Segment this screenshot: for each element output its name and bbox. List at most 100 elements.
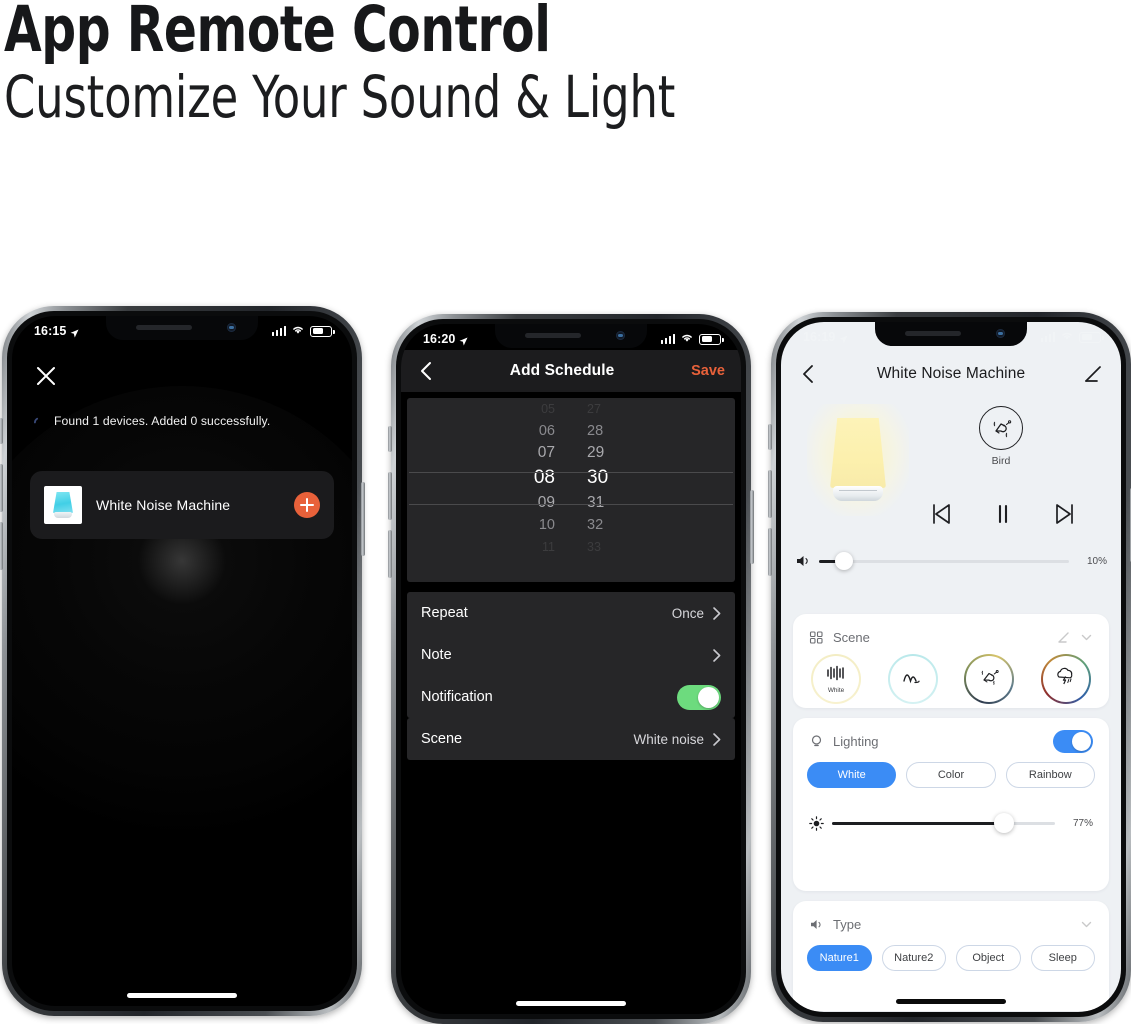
volume-down-button[interactable] [768,528,772,576]
home-indicator[interactable] [896,999,1006,1004]
discovery-status: Found 1 devices. Added 0 successfully. [34,414,336,428]
page-title: Add Schedule [509,362,615,379]
scene-option-thunder[interactable] [1040,654,1091,704]
product-marketing-image: App Remote Control Customize Your Sound … [0,0,1131,1024]
picker-option[interactable]: 10 [483,514,569,536]
back-button[interactable] [799,364,819,384]
mute-switch[interactable] [768,424,772,450]
row-note[interactable]: Note [407,634,735,676]
picker-option[interactable]: 28 [573,420,659,442]
volume-slider-thumb[interactable] [835,552,853,570]
bulb-icon [809,734,824,749]
volume-slider[interactable] [819,552,1069,570]
picker-option[interactable]: 27 [573,398,659,420]
brightness-slider-thumb[interactable] [993,813,1014,833]
picker-divider-bottom [409,504,733,505]
lighting-mode-color[interactable]: Color [906,762,996,788]
skip-previous-icon[interactable] [929,501,955,527]
earpiece-speaker [905,331,961,336]
scene-option-wave[interactable] [887,654,938,704]
pencil-icon[interactable] [1083,364,1103,384]
wifi-icon [291,324,305,338]
scene-option-white[interactable]: White [811,654,861,704]
lighting-toggle[interactable] [1053,730,1093,753]
playback-controls [929,501,1077,527]
power-button[interactable] [750,490,754,564]
chevron-down-icon[interactable] [1080,631,1093,644]
wifi-icon [1060,330,1074,344]
row-label: Note [421,647,452,663]
discovered-device-card[interactable]: White Noise Machine [30,471,334,539]
picker-option[interactable]: 07 [483,442,569,464]
wifi-icon [680,332,694,346]
save-button[interactable]: Save [691,363,725,379]
picker-option[interactable]: 29 [573,442,659,464]
picker-option-selected[interactable]: 08 [483,464,569,492]
lighting-mode-white[interactable]: White [807,762,897,788]
battery-icon [310,325,335,337]
pause-icon[interactable] [990,501,1016,527]
spinner-icon [34,416,45,427]
phone1-screen: 16:15 Found 1 devices. Added 0 successfu… [12,316,352,1006]
lighting-mode-rainbow[interactable]: Rainbow [1005,762,1095,788]
minute-picker-column[interactable]: 27 28 29 30 31 32 33 [573,398,659,582]
row-notification[interactable]: Notification [407,676,735,718]
plus-circle-icon[interactable] [294,492,320,518]
picker-option-selected[interactable]: 30 [573,464,659,492]
chevron-right-icon [713,606,721,620]
picker-option[interactable]: 09 [483,492,569,514]
location-arrow-icon [70,327,80,337]
chevron-down-icon[interactable] [1080,918,1093,931]
brightness-slider[interactable] [832,813,1055,833]
picker-option[interactable]: 33 [573,536,659,558]
chevron-right-icon [713,732,721,746]
picker-option[interactable]: 11 [483,536,569,558]
signal-bars-icon [660,334,675,344]
navigation-bar: White Noise Machine [781,354,1121,394]
picker-option[interactable]: 05 [483,398,569,420]
picker-option[interactable]: 06 [483,420,569,442]
row-value: Once [671,605,704,621]
skip-next-icon[interactable] [1051,501,1077,527]
volume-up-button[interactable] [768,470,772,518]
speaker-icon [795,553,811,569]
home-indicator[interactable] [127,993,237,998]
row-repeat[interactable]: Repeat Once [407,592,735,634]
pencil-icon[interactable] [1057,631,1070,644]
current-scene[interactable]: Bird [956,406,1046,467]
volume-down-button[interactable] [388,530,392,578]
white-noise-lamp-thumbnail [44,486,82,524]
hour-picker-column[interactable]: 05 06 07 08 09 10 11 [483,398,569,582]
picker-option[interactable]: 32 [573,514,659,536]
close-button[interactable] [34,364,58,388]
signal-bars-icon [271,326,286,336]
type-option-nature2[interactable]: Nature2 [881,945,946,971]
volume-up-button[interactable] [388,472,392,520]
type-option-sleep[interactable]: Sleep [1030,945,1095,971]
picker-option[interactable]: 31 [573,492,659,514]
grid-icon [809,630,824,645]
mute-switch[interactable] [388,426,392,452]
background-glow [12,386,352,846]
row-scene[interactable]: Scene White noise [407,718,735,760]
power-button[interactable] [361,482,365,556]
home-indicator[interactable] [516,1001,626,1006]
front-camera-icon [616,331,625,340]
type-option-object[interactable]: Object [956,945,1021,971]
front-camera-icon [227,323,236,332]
earpiece-speaker [525,333,581,338]
heading-block: App Remote Control Customize Your Sound … [4,0,784,132]
mute-switch[interactable] [0,418,3,444]
status-time: 16:15 [34,324,67,338]
volume-down-button[interactable] [0,522,3,570]
notification-toggle[interactable] [677,684,721,710]
row-label: Scene [421,731,463,747]
current-scene-label: Bird [991,455,1011,467]
type-option-nature1[interactable]: Nature1 [807,945,872,971]
volume-up-button[interactable] [0,464,3,512]
type-option-pills: Nature1 Nature2 Object Sleep [793,935,1109,971]
lighting-card-title: Lighting [833,734,879,749]
time-picker[interactable]: 05 06 07 08 09 10 11 27 28 29 30 31 32 3… [407,398,735,582]
scene-option-bird[interactable] [964,654,1015,704]
status-time: 16:20 [423,332,456,346]
